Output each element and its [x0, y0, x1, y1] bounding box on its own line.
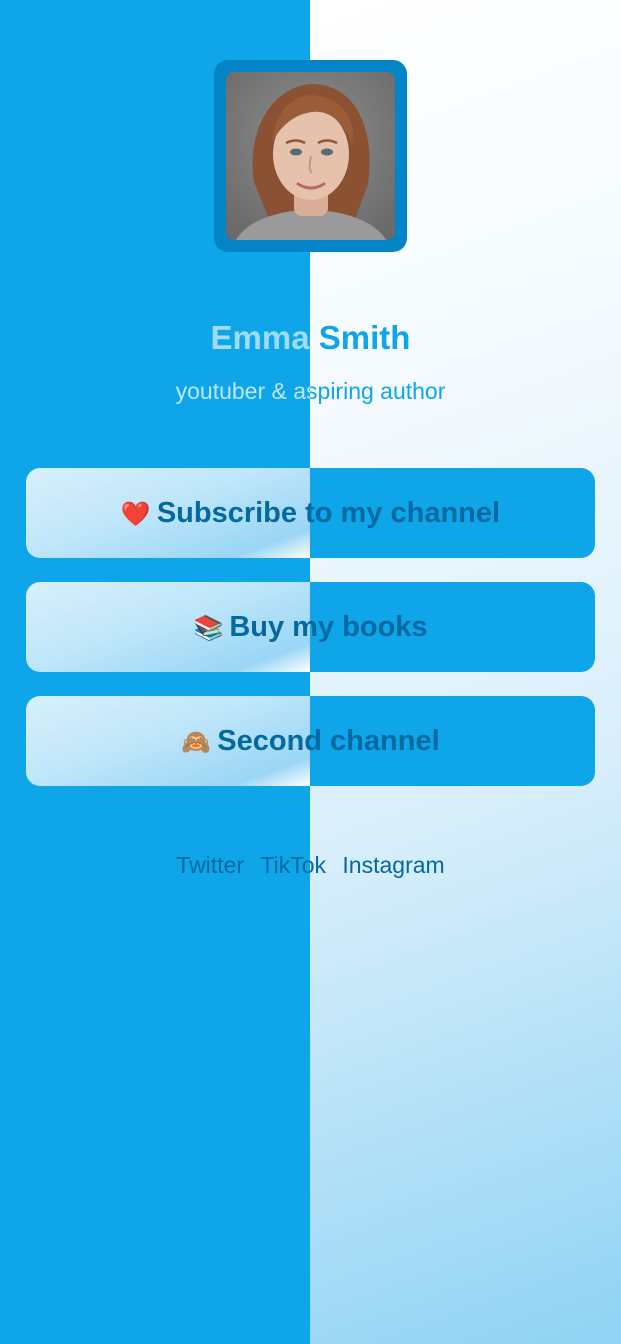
profile-bio-text-overlay: youtuber & aspiring author — [310, 378, 446, 404]
second-channel-button[interactable]: 🙈 Second channel — [26, 696, 595, 786]
button-label: Subscribe to my channel — [156, 497, 501, 529]
twitter-link[interactable]: Twitter — [176, 852, 244, 878]
profile-name: Emma Smith Emma Smith — [0, 318, 621, 358]
profile-bio: youtuber & aspiring author youtuber & as… — [0, 377, 621, 407]
avatar-portrait — [226, 72, 395, 240]
button-label-row: 🙈 Second channel — [26, 696, 595, 786]
button-label: Buy my books — [229, 611, 428, 643]
social-links: Twitter TikTok Instagram — [0, 850, 621, 880]
buy-books-button[interactable]: 📚 Buy my books — [26, 582, 595, 672]
profile-bio-text: youtuber & aspiring author — [175, 378, 310, 404]
profile-name-text: Emma Smith — [210, 319, 310, 356]
button-label: Second channel — [217, 725, 440, 757]
tiktok-link[interactable]: TikTok — [260, 852, 326, 878]
heart-icon: ❤️ — [120, 501, 151, 528]
books-icon: 📚 — [193, 615, 224, 642]
subscribe-channel-button[interactable]: ❤️ Subscribe to my channel — [26, 468, 595, 558]
avatar-frame — [214, 60, 407, 252]
profile-name-text-overlay: Emma Smith — [310, 319, 411, 356]
button-label-row: ❤️ Subscribe to my channel — [26, 468, 595, 558]
instagram-link[interactable]: Instagram — [342, 852, 444, 878]
button-label-row: 📚 Buy my books — [26, 582, 595, 672]
avatar — [226, 72, 395, 240]
see-no-evil-monkey-icon: 🙈 — [181, 729, 212, 756]
